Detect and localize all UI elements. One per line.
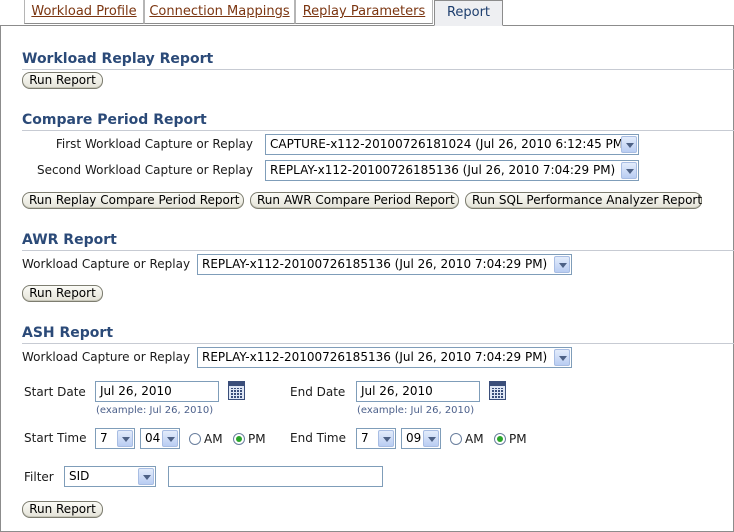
start-minute-select[interactable]: 04 <box>140 428 180 449</box>
ash-report-title: ASH Report <box>22 325 114 341</box>
chevron-down-icon <box>162 430 178 447</box>
ash-capture-label: Workload Capture or Replay <box>22 350 191 364</box>
start-time-label: Start Time <box>24 431 87 445</box>
end-am-label: AM <box>465 432 484 446</box>
start-date-hint: (example: Jul 26, 2010) <box>96 405 214 416</box>
end-am-radio[interactable] <box>450 433 462 445</box>
section-divider <box>22 343 734 344</box>
first-capture-select[interactable]: CAPTURE-x112-20100726181024 (Jul 26, 201… <box>265 134 639 155</box>
end-hour-select[interactable]: 7 <box>356 428 396 449</box>
tab-workload-profile[interactable]: Workload Profile <box>24 0 144 24</box>
filter-type-value: SID <box>69 469 90 483</box>
tab-bar: Workload Profile Connection Mappings Rep… <box>0 0 734 26</box>
chevron-down-icon <box>554 349 570 366</box>
section-divider <box>22 250 734 251</box>
start-date-input[interactable]: Jul 26, 2010 <box>95 381 219 402</box>
chevron-down-icon <box>423 430 439 447</box>
start-hour-select[interactable]: 7 <box>95 428 135 449</box>
calendar-icon[interactable] <box>489 381 506 400</box>
ash-capture-select[interactable]: REPLAY-x112-20100726185136 (Jul 26, 2010… <box>197 347 572 368</box>
end-date-label: End Date <box>290 385 346 399</box>
filter-label: Filter <box>24 470 54 484</box>
awr-capture-select[interactable]: REPLAY-x112-20100726185136 (Jul 26, 2010… <box>197 254 572 275</box>
start-pm-label: PM <box>248 432 266 446</box>
chevron-down-icon <box>138 468 154 485</box>
run-awr-compare-period-report-button[interactable]: Run AWR Compare Period Report <box>250 192 459 209</box>
start-date-label: Start Date <box>24 385 86 399</box>
compare-period-report-title: Compare Period Report <box>22 112 207 128</box>
section-divider <box>22 69 734 70</box>
ash-capture-value: REPLAY-x112-20100726185136 (Jul 26, 2010… <box>202 350 548 364</box>
tab-replay-parameters[interactable]: Replay Parameters <box>295 0 433 24</box>
chevron-down-icon <box>554 256 570 273</box>
start-minute-value: 04 <box>145 431 161 445</box>
start-am-radio[interactable] <box>189 433 201 445</box>
end-minute-select[interactable]: 09 <box>401 428 441 449</box>
start-am-label: AM <box>204 432 223 446</box>
filter-value-input[interactable] <box>168 466 383 487</box>
workload-replay-report-title: Workload Replay Report <box>22 51 214 67</box>
chevron-down-icon <box>117 430 133 447</box>
chevron-down-icon <box>378 430 394 447</box>
calendar-icon[interactable] <box>228 381 245 400</box>
end-minute-value: 09 <box>406 431 422 445</box>
start-pm-radio[interactable] <box>233 433 245 445</box>
end-hour-value: 7 <box>361 431 369 445</box>
end-date-hint: (example: Jul 26, 2010) <box>357 405 475 416</box>
run-workload-replay-report-button[interactable]: Run Report <box>22 72 103 89</box>
tab-report[interactable]: Report <box>434 0 503 26</box>
first-capture-value: CAPTURE-x112-20100726181024 (Jul 26, 201… <box>270 137 628 151</box>
run-awr-report-button[interactable]: Run Report <box>22 285 103 302</box>
second-capture-select[interactable]: REPLAY-x112-20100726185136 (Jul 26, 2010… <box>265 160 639 181</box>
filter-type-select[interactable]: SID <box>64 466 156 487</box>
run-sql-performance-analyzer-report-button[interactable]: Run SQL Performance Analyzer Report <box>465 192 702 209</box>
tab-connection-mappings[interactable]: Connection Mappings <box>144 0 295 24</box>
run-replay-compare-period-report-button[interactable]: Run Replay Compare Period Report <box>22 192 244 209</box>
chevron-down-icon <box>621 136 637 153</box>
end-pm-radio[interactable] <box>494 433 506 445</box>
chevron-down-icon <box>621 162 637 179</box>
awr-capture-label: Workload Capture or Replay <box>22 257 191 271</box>
awr-report-title: AWR Report <box>22 232 117 248</box>
second-capture-label: Second Workload Capture or Replay <box>36 163 253 177</box>
first-capture-label: First Workload Capture or Replay <box>55 137 253 151</box>
end-pm-label: PM <box>509 432 527 446</box>
start-hour-value: 7 <box>100 431 108 445</box>
section-divider <box>22 130 734 131</box>
second-capture-value: REPLAY-x112-20100726185136 (Jul 26, 2010… <box>270 163 616 177</box>
awr-capture-value: REPLAY-x112-20100726185136 (Jul 26, 2010… <box>202 257 548 271</box>
end-time-label: End Time <box>290 431 346 445</box>
end-date-input[interactable]: Jul 26, 2010 <box>356 381 480 402</box>
run-ash-report-button[interactable]: Run Report <box>22 501 103 518</box>
